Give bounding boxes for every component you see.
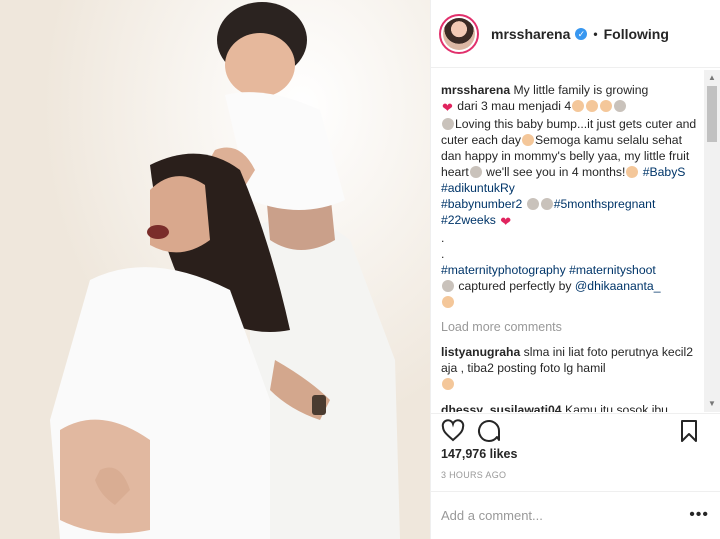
caption-username[interactable]: mrssharena [441,83,510,97]
caption-dot: . [441,247,445,261]
add-comment-row: ••• [431,491,720,539]
scroll-up-arrow-icon[interactable]: ▲ [704,70,720,86]
load-more-comments-button[interactable]: Load more comments [441,320,705,334]
heart-icon[interactable] [441,419,465,443]
comment-item: listyanugraha slma ini liat foto perutny… [441,344,705,392]
heart-eyes-emoji-icon [442,378,454,390]
family-beach-photo [0,0,430,539]
separator-dot: • [593,26,598,41]
caption-captured: captured perfectly by [458,279,572,293]
moon-emoji-icon [442,118,454,130]
woman-emoji-icon [586,100,599,112]
avatar[interactable] [439,13,479,54]
caption-line5: we'll see you in 4 months! [482,165,626,179]
red-heart-icon: ❤ [442,100,453,115]
boy-emoji-icon [600,100,613,112]
caption-line1: My little family is growing [513,83,649,97]
comments-scrollbar[interactable]: ▲ ▼ [704,70,720,412]
caption-dot: . [441,231,445,245]
post-header: mrssharena ✓ • Following [431,0,720,68]
avatar-image [443,17,475,50]
caption-line2: dari 3 mau menjadi 4 [457,99,572,113]
hashtag-5monthspregnant[interactable]: #5monthspregnant [554,197,656,211]
comment-username[interactable]: dhessy_susilawati04 [441,403,562,412]
fruit-emoji-icon [469,166,482,178]
pregnant-woman-emoji-icon [521,134,534,146]
victory-hand-emoji-icon [526,198,539,210]
hashtag-babynumber2[interactable]: #babynumber2 [441,197,522,211]
hashtag-babys[interactable]: #BabyS [643,165,686,179]
scroll-thumb[interactable] [707,86,717,142]
comments-list[interactable]: mrssharena My little family is growing ❤… [431,70,720,412]
comment-text: Kamu itu sosok ibu [564,403,668,412]
add-comment-input[interactable] [441,506,671,524]
likes-count[interactable]: 147,976 likes [441,447,517,461]
caption: mrssharena My little family is growing ❤… [441,82,705,310]
wink-kiss-emoji-icon [626,166,639,178]
comment-icon[interactable] [477,419,501,443]
heart-emoji-icon: ❤ [500,214,512,229]
comment-item: dhessy_susilawati04 Kamu itu sosok ibu [441,402,705,412]
post-photo[interactable] [0,0,430,539]
comment-username[interactable]: listyanugraha [441,345,520,359]
post-details-panel: mrssharena ✓ • Following mrssharena My l… [430,0,720,539]
hashtag-maternityshoot[interactable]: #maternityshoot [569,263,656,277]
camera-emoji-icon [442,280,454,292]
hashtag-maternityphotography[interactable]: #maternityphotography [441,263,566,277]
moon-emoji-icon [614,100,627,112]
hashtag-adikuntukry[interactable]: #adikuntukRy [441,181,515,195]
calendar-emoji-icon [540,198,553,210]
mention-dhikaananta[interactable]: @dhikaananta_ [575,279,661,293]
more-options-icon[interactable]: ••• [689,506,709,524]
hashtag-22weeks[interactable]: #22weeks [441,213,496,227]
man-emoji-icon [572,100,585,112]
bookmark-icon[interactable] [677,419,701,443]
verified-check-icon: ✓ [575,27,588,40]
scroll-down-arrow-icon[interactable]: ▼ [704,396,720,412]
following-button[interactable]: Following [604,26,669,42]
post-timestamp[interactable]: 3 HOURS AGO [441,470,506,480]
header-username[interactable]: mrssharena [491,26,570,42]
hand-emoji-icon [442,296,454,308]
action-bar [431,413,720,445]
